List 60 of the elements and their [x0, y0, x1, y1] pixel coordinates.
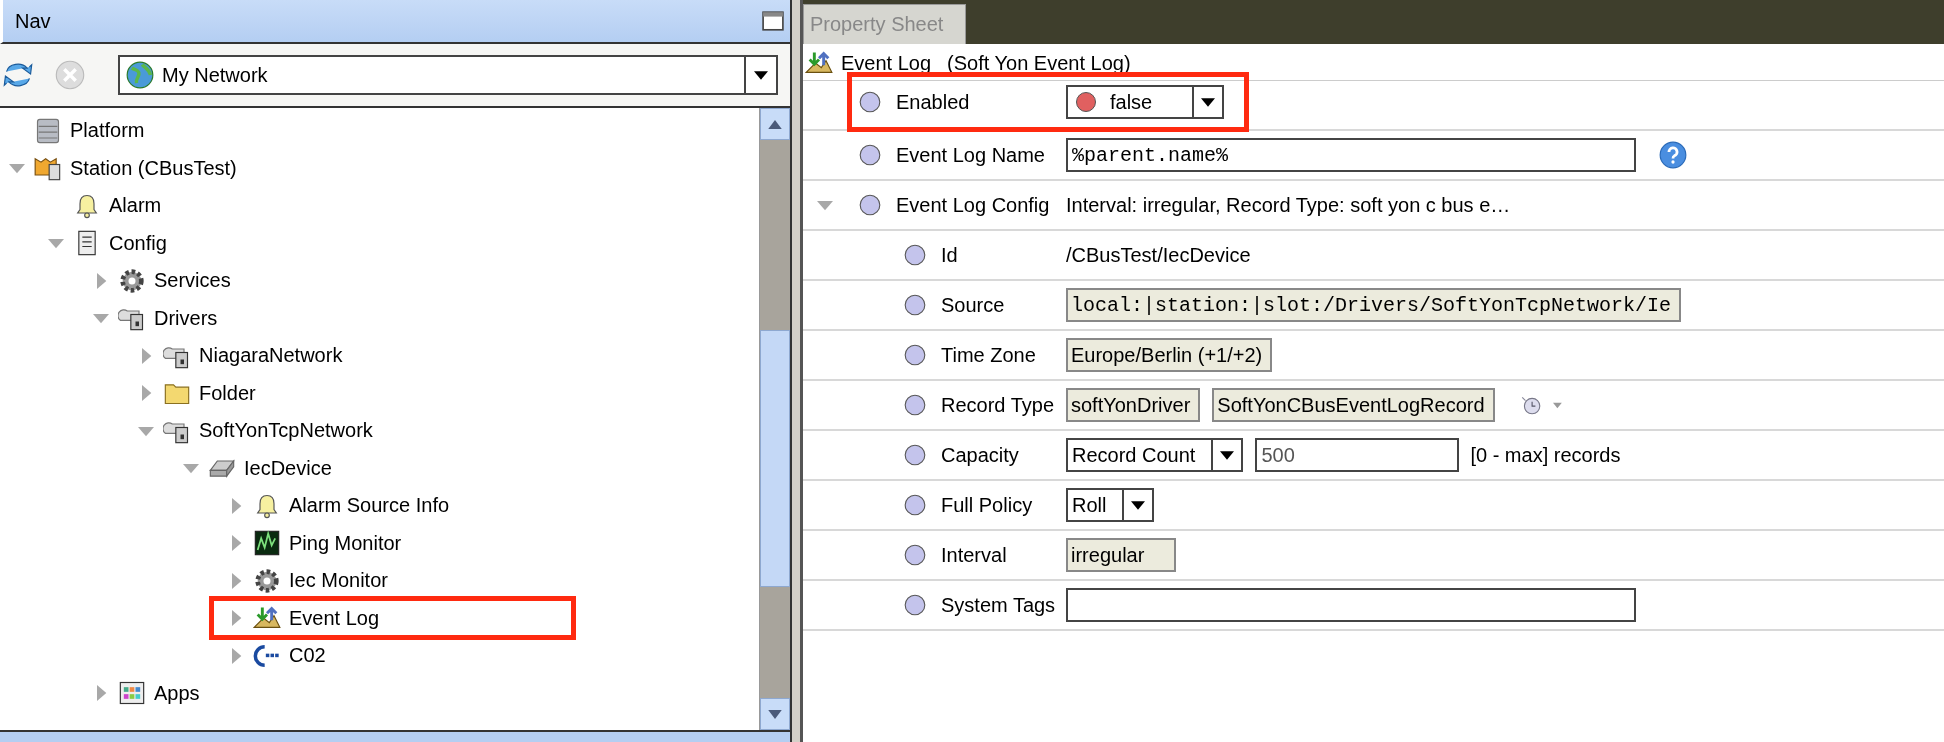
tree-item[interactable]: SoftYonTcpNetwork — [199, 419, 373, 443]
property-label: System Tags — [941, 593, 1057, 617]
tree-item[interactable]: Folder — [199, 381, 256, 405]
caret-icon — [1131, 500, 1146, 510]
scrollbar[interactable] — [759, 108, 790, 730]
location-dropdown[interactable]: My Network — [118, 55, 778, 95]
dropdown[interactable]: Roll — [1066, 488, 1155, 522]
property-label: Capacity — [941, 443, 1020, 467]
slot-circle-icon — [858, 90, 882, 114]
stop-icon[interactable] — [54, 59, 86, 91]
tree-item[interactable]: Alarm — [109, 194, 162, 218]
tree-item[interactable]: Drivers — [154, 306, 218, 330]
unit-label: [0 - max] records — [1470, 443, 1621, 467]
readonly-field: Europe/Berlin (+1/+2) — [1066, 338, 1273, 372]
caret-icon — [1220, 450, 1235, 460]
property-label: Record Type — [941, 393, 1056, 417]
tree-item[interactable]: Config — [109, 231, 167, 255]
readonly-field: softYonDriver — [1066, 388, 1201, 422]
input-field[interactable] — [1066, 588, 1636, 622]
property-value: /CBusTest/IecDevice — [1066, 243, 1251, 267]
property-label: Id — [941, 243, 959, 267]
tree-item[interactable]: C02 — [289, 644, 326, 668]
property-label: Event Log Name — [896, 143, 1046, 167]
dropdown[interactable]: false — [1066, 85, 1225, 119]
input-field[interactable]: %parent.name% — [1066, 138, 1636, 172]
readonly-field: local:|station:|slot:/Drivers/SoftYonTcpNetwork/Ie — [1066, 288, 1682, 322]
globe-icon — [126, 61, 154, 89]
input-field[interactable]: 500 — [1255, 438, 1460, 472]
property-summary: Interval: irregular, Record Type: soft yon c bus e… — [1066, 193, 1511, 217]
tree-item[interactable]: NiagaraNetwork — [199, 344, 343, 368]
scroll-down-icon[interactable] — [768, 709, 782, 719]
maximize-icon[interactable] — [762, 10, 784, 32]
property-label: Time Zone — [941, 343, 1037, 367]
property-label: Interval — [941, 543, 1008, 567]
caret-icon — [1201, 97, 1216, 107]
gear-icon — [253, 566, 281, 595]
server-icon — [34, 116, 62, 145]
property-label: Full Policy — [941, 493, 1034, 517]
tree-item[interactable]: Iec Monitor — [289, 569, 388, 593]
tree-item[interactable]: Apps — [154, 681, 200, 705]
chart-monitor-icon — [253, 529, 281, 558]
readonly-field: SoftYonCBusEventLogRecord — [1212, 388, 1495, 422]
panel-title: Nav — [15, 9, 51, 33]
readonly-field: irregular — [1066, 538, 1176, 572]
tree-item[interactable]: Station (CBusTest) — [70, 156, 237, 180]
gear-icon — [118, 266, 146, 295]
dropdown[interactable]: Record Count — [1066, 438, 1244, 472]
tree-item[interactable]: Alarm Source Info — [289, 494, 450, 518]
tree-item[interactable]: IecDevice — [244, 456, 332, 480]
scroll-up-icon[interactable] — [768, 119, 782, 129]
tree-item[interactable]: Ping Monitor — [289, 531, 402, 555]
caret-icon — [754, 70, 768, 80]
tree-item[interactable]: Services — [154, 269, 231, 293]
tree-item[interactable]: Event Log — [289, 606, 380, 630]
history-dropdown-icon[interactable] — [1519, 394, 1564, 416]
property-label: Enabled — [896, 90, 971, 114]
property-label: Event Log Config — [896, 193, 1051, 217]
help-icon[interactable] — [1659, 141, 1687, 169]
tree-item[interactable]: Platform — [70, 119, 145, 143]
property-label: Source — [941, 293, 1006, 317]
